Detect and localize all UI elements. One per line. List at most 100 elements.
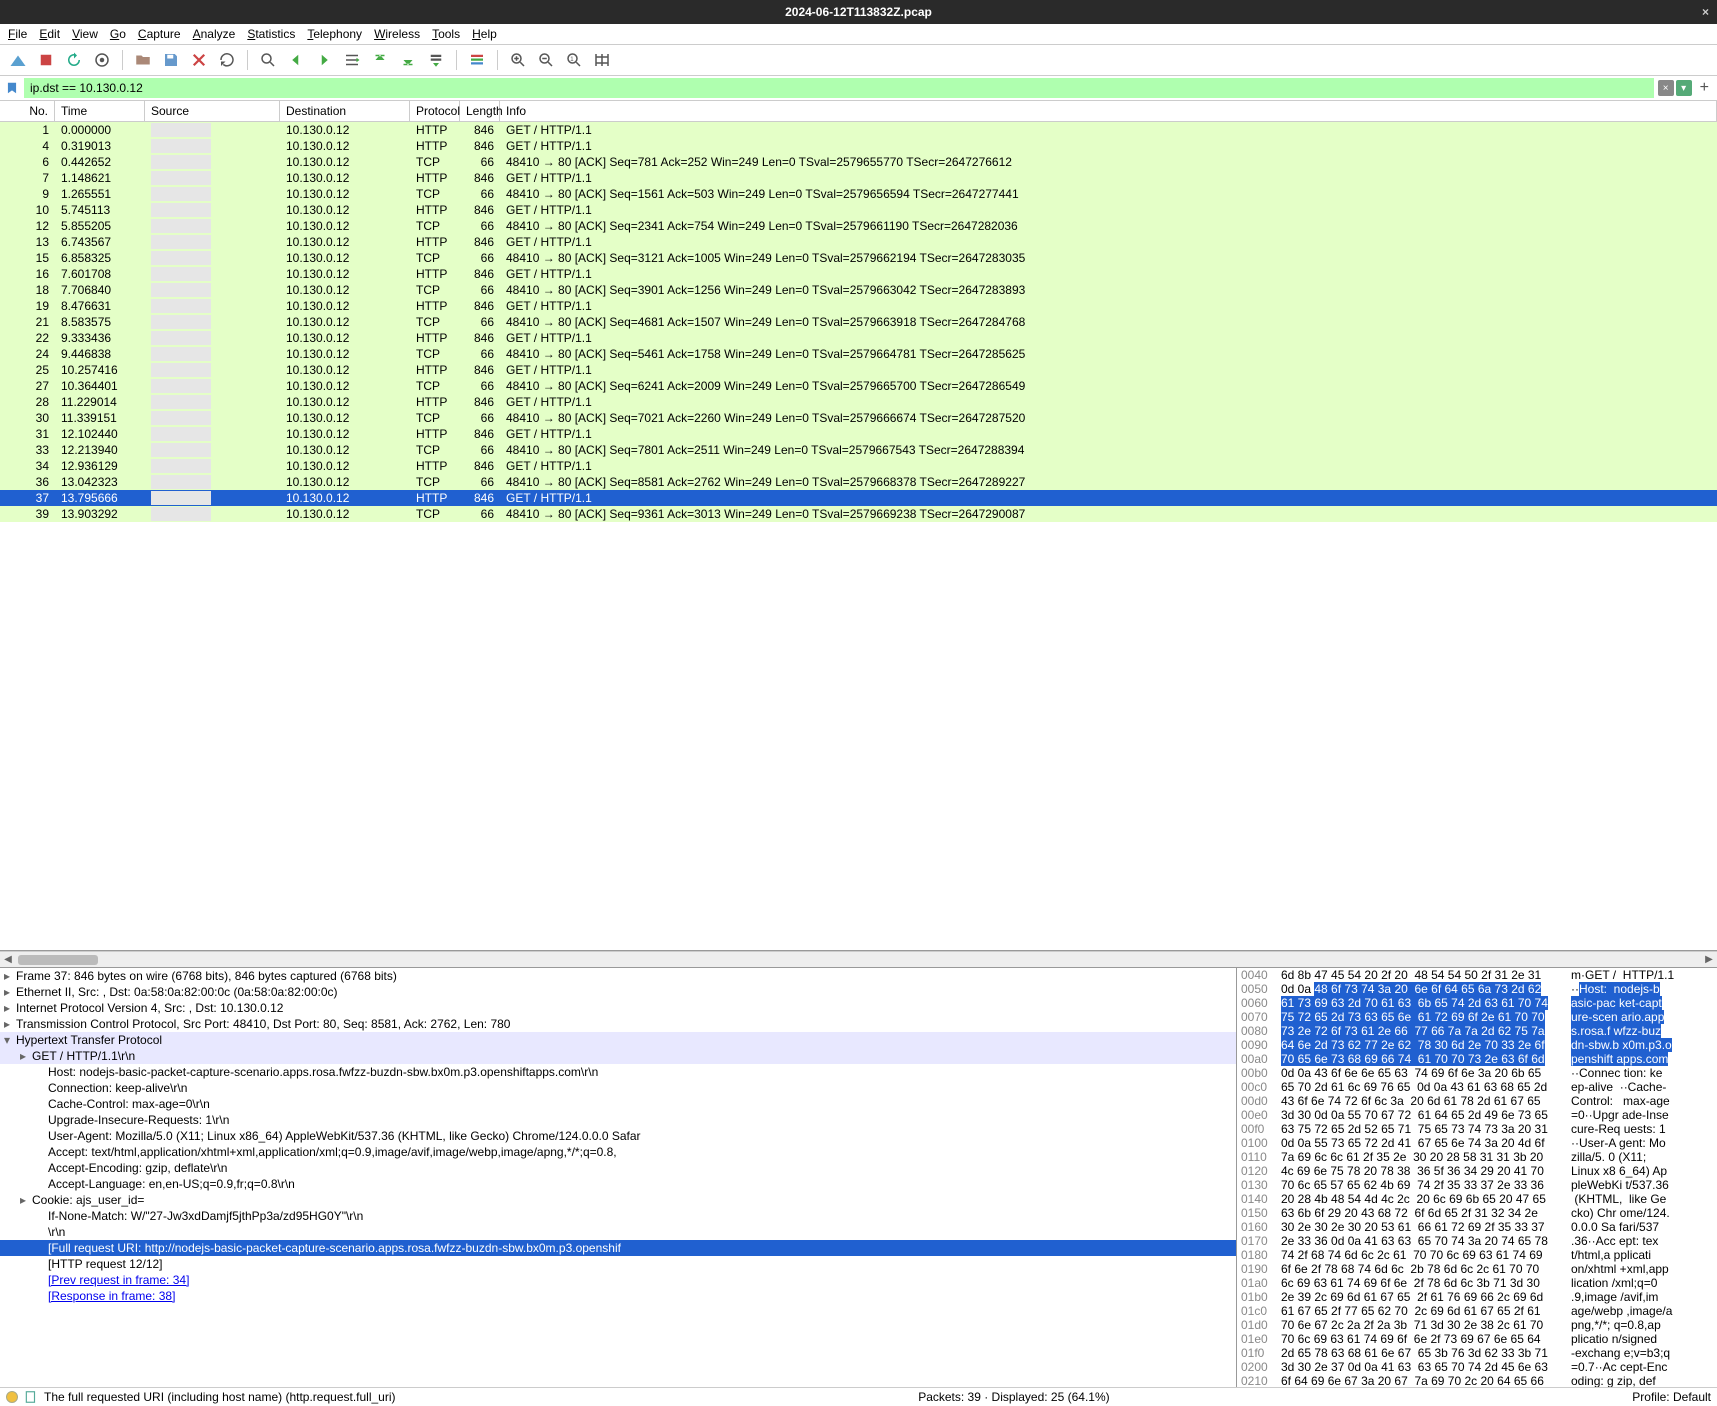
tree-item[interactable]: User-Agent: Mozilla/5.0 (X11; Linux x86_… <box>0 1128 1236 1144</box>
go-last-icon[interactable] <box>396 48 420 72</box>
column-header[interactable]: Protocol <box>410 101 460 121</box>
hex-line[interactable]: 00e03d 30 0d 0a 55 70 67 72 61 64 65 2d … <box>1237 1108 1717 1122</box>
packet-row[interactable]: 10.000000xxxxxxxxxx10.130.0.12HTTP846GET… <box>0 122 1717 138</box>
packet-row[interactable]: 3713.795666xxxxxxxxxx10.130.0.12HTTP846G… <box>0 490 1717 506</box>
go-forward-icon[interactable] <box>312 48 336 72</box>
hex-line[interactable]: 00f063 75 72 65 2d 52 65 71 75 65 73 74 … <box>1237 1122 1717 1136</box>
hex-line[interactable]: 014020 28 4b 48 54 4d 4c 2c 20 6c 69 6b … <box>1237 1192 1717 1206</box>
hex-line[interactable]: 01a06c 69 63 61 74 69 6f 6e 2f 78 6d 6c … <box>1237 1276 1717 1290</box>
packet-row[interactable]: 91.265551xxxxxxxxxx10.130.0.12TCP6648410… <box>0 186 1717 202</box>
save-file-icon[interactable] <box>159 48 183 72</box>
tree-item[interactable]: \r\n <box>0 1224 1236 1240</box>
menu-edit[interactable]: Edit <box>39 27 60 41</box>
close-icon[interactable]: × <box>1702 5 1709 19</box>
packet-row[interactable]: 3011.339151xxxxxxxxxx10.130.0.12TCP66484… <box>0 410 1717 426</box>
hex-line[interactable]: 00b00d 0a 43 6f 6e 6e 65 63 74 69 6f 6e … <box>1237 1066 1717 1080</box>
start-capture-icon[interactable] <box>6 48 30 72</box>
column-header[interactable]: Destination <box>280 101 410 121</box>
hex-line[interactable]: 01e070 6c 69 63 61 74 69 6f 6e 2f 73 69 … <box>1237 1332 1717 1346</box>
hex-line[interactable]: 01f02d 65 78 63 68 61 6e 67 65 3b 76 3d … <box>1237 1346 1717 1360</box>
hex-line[interactable]: 01c061 67 65 2f 77 65 62 70 2c 69 6d 61 … <box>1237 1304 1717 1318</box>
tree-item[interactable]: Upgrade-Insecure-Requests: 1\r\n <box>0 1112 1236 1128</box>
hex-line[interactable]: 01b02e 39 2c 69 6d 61 67 65 2f 61 76 69 … <box>1237 1290 1717 1304</box>
packet-details-tree[interactable]: ▸Frame 37: 846 bytes on wire (6768 bits)… <box>0 968 1237 1387</box>
menu-help[interactable]: Help <box>472 27 497 41</box>
capture-file-icon[interactable] <box>24 1390 38 1404</box>
packet-row[interactable]: 3312.213940xxxxxxxxxx10.130.0.12TCP66484… <box>0 442 1717 458</box>
packet-row[interactable]: 187.706840xxxxxxxxxx10.130.0.12TCP664841… <box>0 282 1717 298</box>
capture-options-icon[interactable] <box>90 48 114 72</box>
hex-line[interactable]: 00c065 70 2d 61 6c 69 76 65 0d 0a 43 61 … <box>1237 1080 1717 1094</box>
column-header[interactable]: Length <box>460 101 500 121</box>
h-scrollbar[interactable]: ◀ ▶ <box>0 951 1717 967</box>
go-first-icon[interactable] <box>368 48 392 72</box>
menu-go[interactable]: Go <box>110 27 126 41</box>
tree-item[interactable]: Cache-Control: max-age=0\r\n <box>0 1096 1236 1112</box>
status-right[interactable]: Profile: Default <box>1632 1390 1711 1404</box>
tree-item[interactable]: [HTTP request 12/12] <box>0 1256 1236 1272</box>
colorize-icon[interactable] <box>465 48 489 72</box>
zoom-reset-icon[interactable]: 1 <box>562 48 586 72</box>
tree-item[interactable]: Host: nodejs-basic-packet-capture-scenar… <box>0 1064 1236 1080</box>
hex-line[interactable]: 00406d 8b 47 45 54 20 2f 20 48 54 54 50 … <box>1237 968 1717 982</box>
packet-row[interactable]: 60.442652xxxxxxxxxx10.130.0.12TCP6648410… <box>0 154 1717 170</box>
tree-item[interactable]: [Prev request in frame: 34] <box>0 1272 1236 1288</box>
reload-file-icon[interactable] <box>215 48 239 72</box>
menu-wireless[interactable]: Wireless <box>374 27 420 41</box>
tree-item[interactable]: ▸Ethernet II, Src: , Dst: 0a:58:0a:82:00… <box>0 984 1236 1000</box>
restart-capture-icon[interactable] <box>62 48 86 72</box>
tree-item[interactable]: [Response in frame: 38] <box>0 1288 1236 1304</box>
menu-capture[interactable]: Capture <box>138 27 181 41</box>
hex-line[interactable]: 01d070 6e 67 2c 2a 2f 2a 3b 71 3d 30 2e … <box>1237 1318 1717 1332</box>
menu-file[interactable]: File <box>8 27 27 41</box>
menu-tools[interactable]: Tools <box>432 27 460 41</box>
hex-line[interactable]: 00d043 6f 6e 74 72 6f 6c 3a 20 6d 61 78 … <box>1237 1094 1717 1108</box>
menu-statistics[interactable]: Statistics <box>247 27 295 41</box>
scroll-left-icon[interactable]: ◀ <box>0 954 16 965</box>
column-header[interactable]: Info <box>500 101 1717 121</box>
open-file-icon[interactable] <box>131 48 155 72</box>
auto-scroll-icon[interactable] <box>424 48 448 72</box>
packet-row[interactable]: 3112.102440xxxxxxxxxx10.130.0.12HTTP846G… <box>0 426 1717 442</box>
packet-row[interactable]: 167.601708xxxxxxxxxx10.130.0.12HTTP846GE… <box>0 266 1717 282</box>
scroll-thumb[interactable] <box>18 955 98 965</box>
hex-line[interactable]: 009064 6e 2d 73 62 77 2e 62 78 30 6d 2e … <box>1237 1038 1717 1052</box>
hex-line[interactable]: 008073 2e 72 6f 73 61 2e 66 77 66 7a 7a … <box>1237 1024 1717 1038</box>
hex-line[interactable]: 007075 72 65 2d 73 63 65 6e 61 72 69 6f … <box>1237 1010 1717 1024</box>
clear-filter-icon[interactable]: × <box>1658 80 1674 96</box>
packet-row[interactable]: 3412.936129xxxxxxxxxx10.130.0.12HTTP846G… <box>0 458 1717 474</box>
hex-line[interactable]: 016030 2e 30 2e 30 20 53 61 66 61 72 69 … <box>1237 1220 1717 1234</box>
packet-list[interactable]: No.TimeSourceDestinationProtocolLengthIn… <box>0 101 1717 951</box>
tree-item[interactable]: ▸GET / HTTP/1.1\r\n <box>0 1048 1236 1064</box>
hex-line[interactable]: 006061 73 69 63 2d 70 61 63 6b 65 74 2d … <box>1237 996 1717 1010</box>
hex-line[interactable]: 01204c 69 6e 75 78 20 78 38 36 5f 36 34 … <box>1237 1164 1717 1178</box>
tree-item[interactable]: ▸Internet Protocol Version 4, Src: , Dst… <box>0 1000 1236 1016</box>
hex-line[interactable]: 00500d 0a 48 6f 73 74 3a 20 6e 6f 64 65 … <box>1237 982 1717 996</box>
packet-row[interactable]: 229.333436xxxxxxxxxx10.130.0.12HTTP846GE… <box>0 330 1717 346</box>
hex-line[interactable]: 01906f 6e 2f 78 68 74 6d 6c 2b 78 6d 6c … <box>1237 1262 1717 1276</box>
hex-line[interactable]: 02106f 64 69 6e 67 3a 20 67 7a 69 70 2c … <box>1237 1374 1717 1387</box>
stop-capture-icon[interactable] <box>34 48 58 72</box>
close-file-icon[interactable] <box>187 48 211 72</box>
packet-bytes-hex[interactable]: 00406d 8b 47 45 54 20 2f 20 48 54 54 50 … <box>1237 968 1717 1387</box>
packet-row[interactable]: 2710.364401xxxxxxxxxx10.130.0.12TCP66484… <box>0 378 1717 394</box>
packet-row[interactable]: 2510.257416xxxxxxxxxx10.130.0.12HTTP846G… <box>0 362 1717 378</box>
packet-row[interactable]: 249.446838xxxxxxxxxx10.130.0.12TCP664841… <box>0 346 1717 362</box>
hex-line[interactable]: 013070 6c 65 57 65 62 4b 69 74 2f 35 33 … <box>1237 1178 1717 1192</box>
packet-row[interactable]: 40.319013xxxxxxxxxx10.130.0.12HTTP846GET… <box>0 138 1717 154</box>
packet-row[interactable]: 2811.229014xxxxxxxxxx10.130.0.12HTTP846G… <box>0 394 1717 410</box>
packet-row[interactable]: 156.858325xxxxxxxxxx10.130.0.12TCP664841… <box>0 250 1717 266</box>
hex-line[interactable]: 00a070 65 6e 73 68 69 66 74 61 70 70 73 … <box>1237 1052 1717 1066</box>
find-packet-icon[interactable] <box>256 48 280 72</box>
packet-row[interactable]: 125.855205xxxxxxxxxx10.130.0.12TCP664841… <box>0 218 1717 234</box>
hex-line[interactable]: 018074 2f 68 74 6d 6c 2c 61 70 70 6c 69 … <box>1237 1248 1717 1262</box>
hex-line[interactable]: 015063 6b 6f 29 20 43 68 72 6f 6d 65 2f … <box>1237 1206 1717 1220</box>
zoom-out-icon[interactable] <box>534 48 558 72</box>
go-back-icon[interactable] <box>284 48 308 72</box>
hex-line[interactable]: 02003d 30 2e 37 0d 0a 41 63 63 65 70 74 … <box>1237 1360 1717 1374</box>
packet-row[interactable]: 218.583575xxxxxxxxxx10.130.0.12TCP664841… <box>0 314 1717 330</box>
tree-item[interactable]: Connection: keep-alive\r\n <box>0 1080 1236 1096</box>
resize-columns-icon[interactable] <box>590 48 614 72</box>
packet-row[interactable]: 105.745113xxxxxxxxxx10.130.0.12HTTP846GE… <box>0 202 1717 218</box>
hex-line[interactable]: 01702e 33 36 0d 0a 41 63 63 65 70 74 3a … <box>1237 1234 1717 1248</box>
